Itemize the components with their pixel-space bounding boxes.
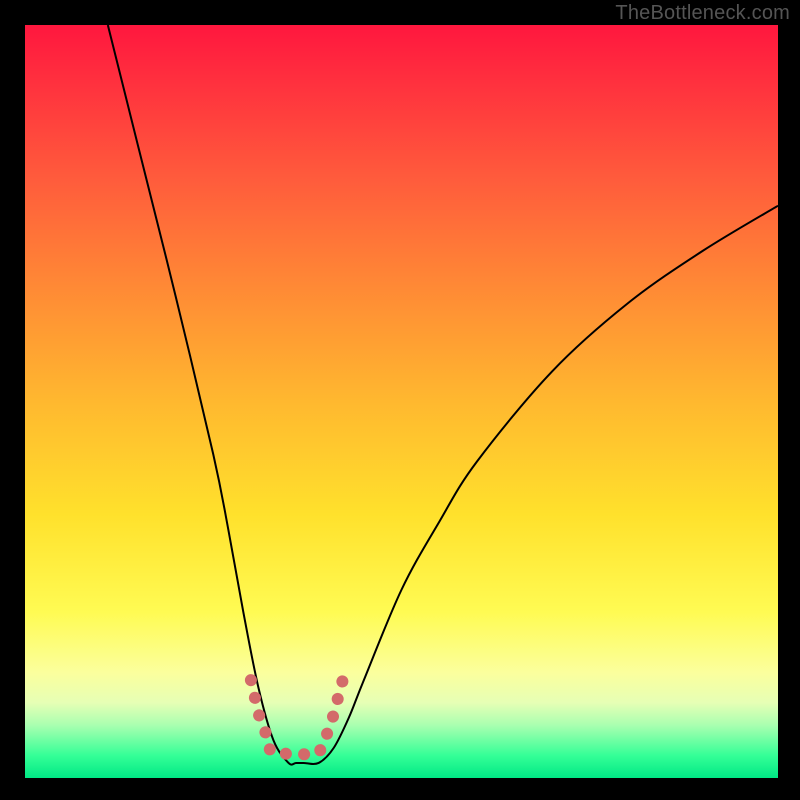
bottleneck-curve [108, 25, 778, 765]
chart-svg [25, 25, 778, 778]
chart-plot-area [25, 25, 778, 778]
valley-marker [251, 680, 343, 754]
watermark-text: TheBottleneck.com [615, 2, 790, 25]
